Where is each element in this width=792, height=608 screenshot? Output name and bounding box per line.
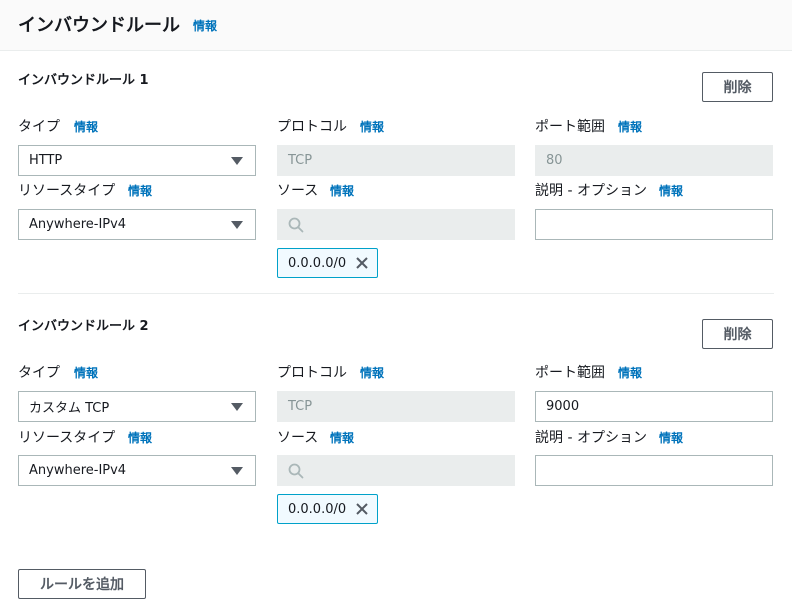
page-title: インバウンドルール bbox=[18, 15, 180, 36]
protocol-value: TCP bbox=[288, 399, 313, 414]
port-range-label: ポート範囲 bbox=[535, 119, 605, 135]
source-type-value: Anywhere-IPv4 bbox=[29, 463, 127, 478]
port-range-field: 80 bbox=[535, 145, 773, 176]
description-info-link[interactable]: 情報 bbox=[659, 429, 683, 446]
protocol-field: TCP bbox=[277, 145, 515, 176]
description-info-link[interactable]: 情報 bbox=[659, 182, 683, 199]
port-range-input[interactable]: 9000 bbox=[535, 391, 773, 422]
caret-down-icon bbox=[231, 403, 243, 411]
type-label: タイプ bbox=[18, 365, 60, 381]
source-info-link[interactable]: 情報 bbox=[330, 182, 354, 199]
protocol-info-link[interactable]: 情報 bbox=[360, 364, 384, 381]
close-icon[interactable] bbox=[355, 502, 369, 516]
source-type-info-link[interactable]: 情報 bbox=[128, 429, 152, 446]
source-type-select[interactable]: Anywhere-IPv4 bbox=[18, 455, 256, 486]
protocol-info-link[interactable]: 情報 bbox=[360, 118, 384, 135]
type-select[interactable]: カスタム TCP bbox=[18, 391, 256, 422]
source-token: 0.0.0.0/0 bbox=[277, 248, 378, 278]
rule-title: インバウンドルール 1 bbox=[18, 73, 149, 88]
type-value: HTTP bbox=[29, 153, 63, 168]
source-type-value: Anywhere-IPv4 bbox=[29, 217, 127, 232]
source-info-link[interactable]: 情報 bbox=[330, 429, 354, 446]
page-header: インバウンドルール 情報 bbox=[0, 0, 792, 51]
rule-title: インバウンドルール 2 bbox=[18, 319, 149, 334]
type-value: カスタム TCP bbox=[29, 401, 110, 416]
delete-rule-button[interactable]: 削除 bbox=[702, 72, 773, 102]
port-range-info-link[interactable]: 情報 bbox=[618, 364, 642, 381]
source-token-label: 0.0.0.0/0 bbox=[288, 501, 347, 517]
caret-down-icon bbox=[231, 467, 243, 475]
port-range-info-link[interactable]: 情報 bbox=[618, 118, 642, 135]
protocol-label: プロトコル bbox=[277, 119, 347, 135]
type-info-link[interactable]: 情報 bbox=[74, 118, 98, 135]
source-type-select[interactable]: Anywhere-IPv4 bbox=[18, 209, 256, 240]
port-range-value: 80 bbox=[546, 153, 563, 168]
source-label: ソース bbox=[277, 430, 319, 446]
protocol-field: TCP bbox=[277, 391, 515, 422]
delete-rule-button[interactable]: 削除 bbox=[702, 319, 773, 349]
source-type-info-link[interactable]: 情報 bbox=[128, 182, 152, 199]
type-label: タイプ bbox=[18, 119, 60, 135]
description-label: 説明 - オプション bbox=[535, 183, 647, 199]
source-token: 0.0.0.0/0 bbox=[277, 494, 378, 524]
description-label: 説明 - オプション bbox=[535, 430, 647, 446]
port-range-label: ポート範囲 bbox=[535, 365, 605, 381]
source-label: ソース bbox=[277, 183, 319, 199]
add-rule-button[interactable]: ルールを追加 bbox=[18, 569, 146, 599]
source-type-label: リソースタイプ bbox=[18, 430, 116, 446]
type-select[interactable]: HTTP bbox=[18, 145, 256, 176]
port-range-value: 9000 bbox=[546, 399, 580, 414]
source-search-input[interactable] bbox=[277, 209, 515, 240]
protocol-label: プロトコル bbox=[277, 365, 347, 381]
type-info-link[interactable]: 情報 bbox=[74, 364, 98, 381]
search-icon bbox=[288, 463, 304, 478]
source-token-label: 0.0.0.0/0 bbox=[288, 255, 347, 271]
source-search-input[interactable] bbox=[277, 455, 515, 486]
caret-down-icon bbox=[231, 157, 243, 165]
caret-down-icon bbox=[231, 221, 243, 229]
rule-divider bbox=[18, 293, 774, 294]
header-info-link[interactable]: 情報 bbox=[193, 17, 217, 34]
close-icon[interactable] bbox=[355, 256, 369, 270]
source-type-label: リソースタイプ bbox=[18, 183, 116, 199]
protocol-value: TCP bbox=[288, 153, 313, 168]
description-input[interactable] bbox=[535, 209, 773, 240]
description-input[interactable] bbox=[535, 455, 773, 486]
search-icon bbox=[288, 217, 304, 232]
